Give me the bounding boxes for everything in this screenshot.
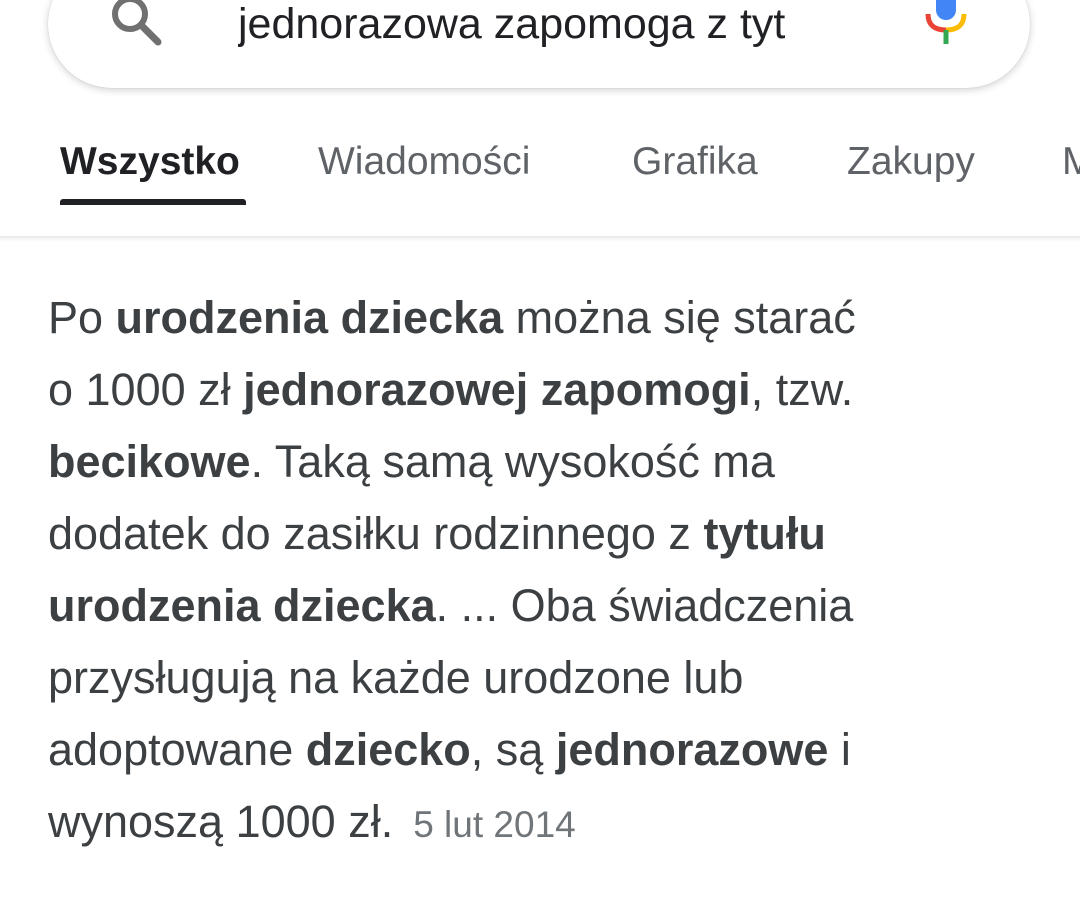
snippet-text: . Taką samą wysokość ma	[250, 436, 775, 487]
snippet-text: i	[828, 724, 851, 775]
tab-zakupy[interactable]: Zakupy	[847, 138, 975, 186]
snippet-text: o 1000 zł	[48, 364, 244, 415]
search-results-page: jednorazowa zapomoga z tyt Wszystko Wiad…	[0, 0, 1080, 899]
tab-wiadomosci[interactable]: Wiadomości	[318, 138, 530, 186]
mic-icon[interactable]	[922, 0, 970, 50]
snippet-text: przysługują na każde urodzone lub	[48, 652, 744, 703]
snippet-text: Po	[48, 292, 116, 343]
snippet-text: adoptowane	[48, 724, 306, 775]
snippet-bold-text: tytułu	[703, 508, 826, 559]
snippet-line: Po urodzenia dziecka można się starać	[48, 282, 1048, 354]
tab-wszystko[interactable]: Wszystko	[60, 138, 240, 186]
search-tabs: Wszystko Wiadomości Grafika Zakupy M	[0, 120, 1080, 238]
snippet-line: dodatek do zasiłku rodzinnego z tytułu	[48, 498, 1048, 570]
snippet-bold-text: urodzenia dziecka	[48, 580, 436, 631]
tab-grafika[interactable]: Grafika	[632, 138, 758, 186]
snippet-bold-text: becikowe	[48, 436, 251, 487]
snippet-bold-text: dziecko	[305, 724, 471, 775]
snippet-line: wynoszą 1000 zł. 5 lut 2014	[48, 786, 1048, 858]
snippet-text: można się starać	[503, 292, 856, 343]
snippet-text: . ... Oba świadczenia	[435, 580, 854, 631]
snippet-bold-text: urodzenia dziecka	[115, 292, 504, 343]
search-input[interactable]: jednorazowa zapomoga z tyt	[238, 0, 888, 50]
snippet-text: dodatek do zasiłku rodzinnego z	[48, 508, 704, 559]
snippet-line: urodzenia dziecka. ... Oba świadczenia	[48, 570, 1048, 642]
snippet-bold-text: jednorazowej zapomogi	[243, 364, 751, 415]
search-bar[interactable]: jednorazowa zapomoga z tyt	[48, 0, 1030, 88]
active-tab-indicator	[60, 199, 246, 205]
snippet-line: becikowe. Taką samą wysokość ma	[48, 426, 1048, 498]
snippet-text: wynoszą 1000 zł.	[48, 796, 394, 847]
snippet-line: adoptowane dziecko, są jednorazowe i	[48, 714, 1048, 786]
tab-more[interactable]: M	[1062, 138, 1080, 186]
snippet-text: , tzw.	[750, 364, 854, 415]
snippet-line: przysługują na każde urodzone lub	[48, 642, 1048, 714]
snippet-line: o 1000 zł jednorazowej zapomogi, tzw.	[48, 354, 1048, 426]
snippet-date: 5 lut 2014	[413, 804, 576, 845]
search-icon[interactable]	[106, 0, 170, 56]
snippet-text: , są	[470, 724, 556, 775]
snippet-bold-text: jednorazowe	[555, 724, 829, 775]
featured-snippet: Po urodzenia dziecka można się starać o 1…	[48, 282, 1048, 858]
